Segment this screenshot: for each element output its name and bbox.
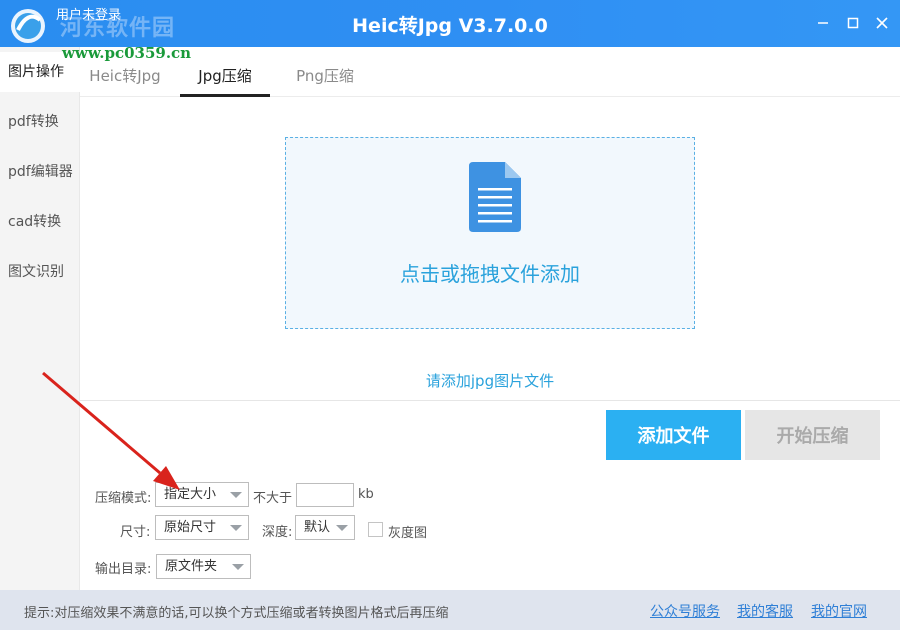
size-label: 尺寸: bbox=[120, 525, 151, 540]
add-file-button[interactable]: 添加文件 bbox=[606, 410, 741, 460]
sidebar: 图片操作 pdf转换 pdf编辑器 cad转换 图文识别 bbox=[0, 47, 80, 590]
close-icon bbox=[876, 17, 888, 29]
file-drop-zone[interactable]: 点击或拖拽文件添加 bbox=[285, 137, 695, 329]
app-title: Heic转Jpg V3.7.0.0 bbox=[352, 15, 548, 37]
sidebar-item-label: cad转换 bbox=[8, 214, 62, 230]
compress-mode-select[interactable]: 指定大小 bbox=[155, 482, 249, 507]
depth-select[interactable]: 默认 bbox=[295, 515, 355, 540]
footer-link-official-site[interactable]: 我的官网 bbox=[811, 601, 867, 621]
output-dir-value: 原文件夹 bbox=[165, 559, 218, 574]
document-icon bbox=[469, 162, 521, 232]
tab-png-compress[interactable]: Png压缩 bbox=[280, 47, 370, 97]
start-compress-button[interactable]: 开始压缩 bbox=[745, 410, 880, 460]
drop-zone-text: 点击或拖拽文件添加 bbox=[400, 262, 580, 286]
tab-bar: Heic转Jpg Jpg压缩 Png压缩 bbox=[80, 47, 900, 97]
output-dir-label: 输出目录: bbox=[95, 562, 152, 577]
chevron-down-icon bbox=[230, 525, 242, 531]
max-size-label: 不大于 bbox=[253, 491, 293, 506]
tab-jpg-compress[interactable]: Jpg压缩 bbox=[180, 47, 270, 97]
maximize-icon bbox=[847, 17, 859, 29]
chevron-down-icon bbox=[230, 492, 242, 498]
divider bbox=[80, 400, 900, 401]
grayscale-label: 灰度图 bbox=[388, 526, 428, 541]
maximize-button[interactable] bbox=[843, 13, 863, 33]
minimize-icon bbox=[818, 22, 828, 24]
minimize-button[interactable] bbox=[813, 13, 833, 33]
chevron-down-icon bbox=[336, 525, 348, 531]
file-type-hint: 请添加jpg图片文件 bbox=[425, 372, 555, 390]
size-select[interactable]: 原始尺寸 bbox=[155, 515, 249, 540]
depth-label: 深度: bbox=[262, 525, 293, 540]
close-button[interactable] bbox=[872, 13, 892, 33]
chevron-down-icon bbox=[232, 564, 244, 570]
footer-link-customer-service[interactable]: 我的客服 bbox=[737, 601, 793, 621]
sidebar-item-label: 图文识别 bbox=[8, 264, 64, 280]
max-size-input[interactable] bbox=[296, 483, 354, 507]
sidebar-item-ocr[interactable]: 图文识别 bbox=[0, 252, 80, 292]
grayscale-checkbox[interactable] bbox=[368, 522, 383, 537]
sidebar-item-pdf-convert[interactable]: pdf转换 bbox=[0, 102, 80, 142]
compress-mode-label: 压缩模式: bbox=[95, 491, 152, 506]
sidebar-item-label: pdf编辑器 bbox=[8, 164, 73, 180]
footer-link-wechat-service[interactable]: 公众号服务 bbox=[650, 601, 720, 621]
size-value: 原始尺寸 bbox=[164, 520, 217, 535]
depth-value: 默认 bbox=[304, 520, 331, 535]
title-bar: 用户未登录 河东软件园 Heic转Jpg V3.7.0.0 bbox=[0, 0, 900, 47]
watermark-url: www.pc0359.cn bbox=[62, 44, 192, 62]
sidebar-item-cad-convert[interactable]: cad转换 bbox=[0, 202, 80, 242]
compress-mode-value: 指定大小 bbox=[164, 487, 217, 502]
max-size-unit: kb bbox=[358, 487, 374, 502]
output-dir-select[interactable]: 原文件夹 bbox=[156, 554, 251, 579]
sidebar-item-label: 图片操作 bbox=[8, 64, 64, 80]
footer: 提示:对压缩效果不满意的话,可以换个方式压缩或者转换图片格式后再压缩 公众号服务… bbox=[0, 590, 900, 630]
sidebar-item-label: pdf转换 bbox=[8, 114, 59, 130]
footer-tip: 提示:对压缩效果不满意的话,可以换个方式压缩或者转换图片格式后再压缩 bbox=[24, 606, 449, 621]
sidebar-item-pdf-editor[interactable]: pdf编辑器 bbox=[0, 152, 80, 192]
